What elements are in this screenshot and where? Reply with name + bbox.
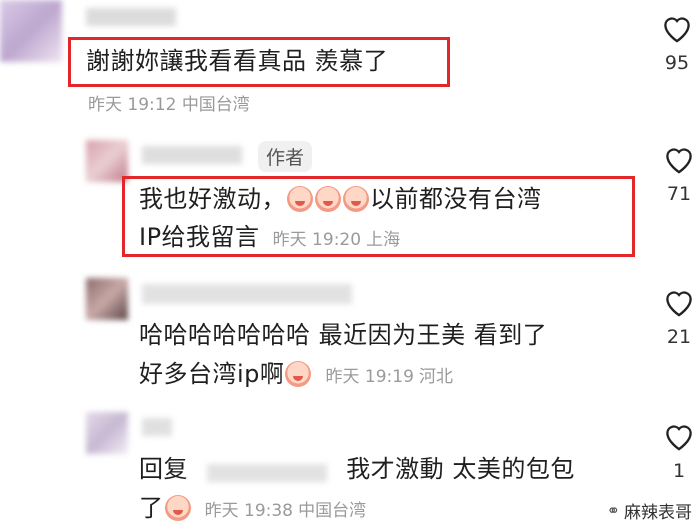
like-count-2: 71 (666, 183, 692, 205)
peach-crying-emoji-icon (287, 186, 313, 212)
reply-prefix: 回复 (139, 455, 188, 483)
comment-2-time: 昨天 19:20 (272, 230, 362, 250)
comment-1-time: 昨天 19:12 (88, 95, 177, 115)
heart-icon (664, 17, 690, 43)
peach-crying-emoji-icon (343, 186, 369, 212)
comment-4-location: 中国台湾 (298, 501, 367, 521)
like-count-3: 21 (666, 326, 692, 348)
heart-icon (666, 291, 692, 317)
comment-1-location: 中国台湾 (181, 95, 250, 115)
comment-2-line1: 我也好激动， 以前都没有台湾 (139, 180, 542, 218)
heart-icon (666, 148, 692, 174)
comment-2-location: 上海 (366, 230, 401, 250)
author-tag: 作者 (258, 141, 313, 172)
comment-2-text-line2: IP给我留言 (139, 223, 260, 251)
username-blurred[interactable] (86, 8, 176, 26)
wechat-icon: ⚭ (606, 501, 620, 520)
comment-3-line2: 好多台湾ip啊 昨天 19:19 河北 (139, 355, 453, 393)
like-button-1[interactable]: 95 (657, 12, 697, 74)
avatar[interactable] (86, 278, 128, 320)
like-count-1: 95 (664, 52, 690, 74)
peach-shy-emoji-icon (164, 495, 191, 521)
username-blurred[interactable] (142, 146, 242, 164)
comment-2-text-start: 我也好激动， (139, 185, 286, 213)
like-button-2[interactable]: 71 (659, 143, 699, 205)
comment-4-text-line2: 了 (139, 494, 164, 522)
comment-1-meta: 昨天 19:12 中国台湾 (88, 90, 250, 115)
comment-3-line1: 哈哈哈哈哈哈哈 最近因为王美 看到了 (139, 321, 548, 349)
comment-4-time: 昨天 19:38 (204, 501, 293, 521)
watermark: ⚭ 麻辣表哥 (607, 498, 692, 523)
peach-crying-emoji-icon (315, 186, 341, 212)
like-button-3[interactable]: 21 (659, 286, 699, 348)
replied-username-blurred[interactable] (207, 463, 328, 482)
username-blurred[interactable] (142, 418, 172, 436)
comment-3-location: 河北 (419, 367, 453, 387)
comment-3-text-line2: 好多台湾ip啊 (139, 360, 285, 388)
avatar[interactable] (86, 412, 128, 454)
peach-face-emoji-icon (285, 361, 312, 387)
comment-2-text-end: 以前都没有台湾 (370, 185, 542, 213)
comment-3-time: 昨天 19:19 (325, 367, 414, 387)
comment-4-text-end: 我才激動 太美的包包 (346, 455, 575, 483)
like-button-4[interactable]: 1 (659, 420, 699, 482)
comment-2-line2: IP给我留言 昨天 19:20 上海 (139, 218, 400, 256)
comment-4-line2: 了 昨天 19:38 中国台湾 (139, 489, 366, 527)
watermark-text: 麻辣表哥 (624, 503, 692, 523)
like-count-4: 1 (672, 460, 686, 482)
comment-1-text: 謝謝妳讓我看看真品 羨慕了 (86, 47, 389, 75)
comment-4-line1: 回复 我才激動 太美的包包 (139, 450, 575, 488)
avatar[interactable] (0, 0, 62, 62)
heart-icon (666, 425, 692, 451)
username-blurred[interactable] (142, 284, 352, 304)
